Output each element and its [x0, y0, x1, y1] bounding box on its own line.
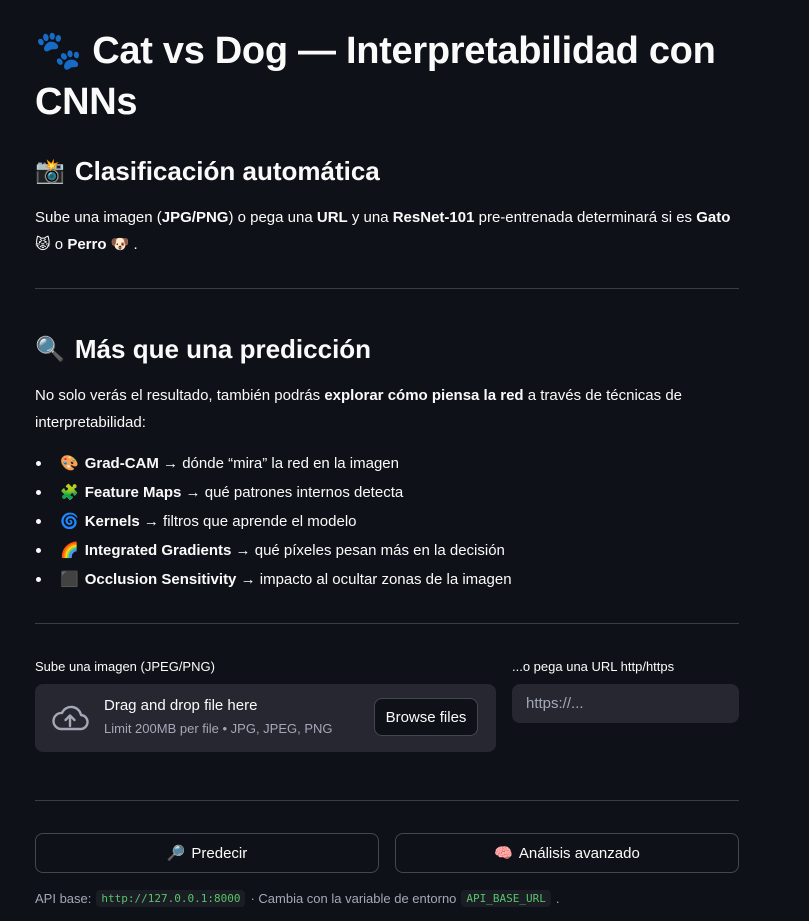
api-base-caption: API base: http://127.0.0.1:8000 · Cambia… [35, 890, 560, 907]
cloud-upload-icon [52, 705, 89, 731]
magnifier-emoji-icon: 🔍 [35, 336, 65, 364]
env-note: · Cambia con la variable de entorno [250, 891, 457, 906]
list-item: 🧩 Feature Maps → qué patrones internos de… [36, 478, 512, 507]
dog-emoji-icon: 🐶 [110, 236, 130, 253]
advanced-analysis-button-label: Análisis avanzado [518, 844, 640, 862]
uploader-label: Sube una imagen (JPEG/PNG) [35, 659, 215, 674]
predict-button[interactable]: 🔎 Predecir [35, 833, 379, 873]
list-item: ⬛ Occlusion Sensitivity → impacto al ocul… [36, 565, 512, 594]
api-base-url: http://127.0.0.1:8000 [96, 890, 246, 907]
url-label: ...o pega una URL http/https [512, 659, 675, 674]
predict-button-label: Predecir [191, 844, 248, 862]
app-page: 🐾 Cat vs Dog — Interpretabilidad con CNN… [0, 0, 809, 921]
list-item: 🎨 Grad-CAM → dónde “mira” la red en la im… [36, 449, 512, 478]
paw-emoji-icon: 🐾 [35, 30, 83, 72]
file-dropzone[interactable]: Drag and drop file here Limit 200MB per … [35, 684, 496, 752]
api-base-label: API base: [35, 891, 92, 906]
section-interpretability-heading-text: Más que una predicción [74, 334, 372, 364]
brain-emoji-icon: 🧠 [494, 845, 513, 862]
rainbow-emoji-icon: 🌈 [60, 542, 79, 559]
search-emoji-icon: 🔎 [166, 845, 186, 862]
divider-1 [35, 288, 739, 289]
section-classification-heading: 📸 Clasificación automática [35, 155, 380, 189]
puzzle-emoji-icon: 🧩 [60, 484, 79, 501]
classification-description: Sube una imagen (JPG/PNG) o pega una URL… [35, 209, 731, 253]
interpretability-description: No solo verás el resultado, también podr… [35, 387, 683, 431]
section-classification-heading-text: Clasificación automática [74, 156, 380, 186]
dropzone-title: Drag and drop file here [104, 697, 258, 714]
dropzone-limit-text: Limit 200MB per file • JPG, JPEG, PNG [104, 721, 333, 736]
divider-2 [35, 623, 739, 624]
list-item: 🌀 Kernels → filtros que aprende el modelo [36, 507, 512, 536]
cyclone-emoji-icon: 🌀 [60, 513, 79, 530]
section-classification: 📸 Clasificación automática [35, 155, 380, 189]
browse-files-button[interactable]: Browse files [374, 698, 478, 736]
advanced-analysis-button[interactable]: 🧠 Análisis avanzado [395, 833, 739, 873]
cat-emoji-icon: 😾 [35, 236, 51, 253]
camera-emoji-icon: 📸 [35, 158, 65, 186]
env-var-name: API_BASE_URL [461, 890, 551, 907]
page-title-text: Cat vs Dog — Interpretabilidad con CNNs [35, 30, 716, 123]
divider-3 [35, 800, 739, 801]
technique-list: 🎨 Grad-CAM → dónde “mira” la red en la im… [35, 449, 512, 594]
url-input[interactable] [512, 684, 739, 723]
section-interpretability-heading: 🔍 Más que una predicción [35, 333, 371, 367]
list-item: 🌈 Integrated Gradients → qué píxeles pesa… [36, 536, 512, 565]
black-square-emoji-icon: ⬛ [60, 571, 79, 588]
page-title: 🐾 Cat vs Dog — Interpretabilidad con CNN… [35, 26, 739, 127]
palette-emoji-icon: 🎨 [60, 455, 79, 472]
section-interpretability: 🔍 Más que una predicción [35, 333, 371, 367]
